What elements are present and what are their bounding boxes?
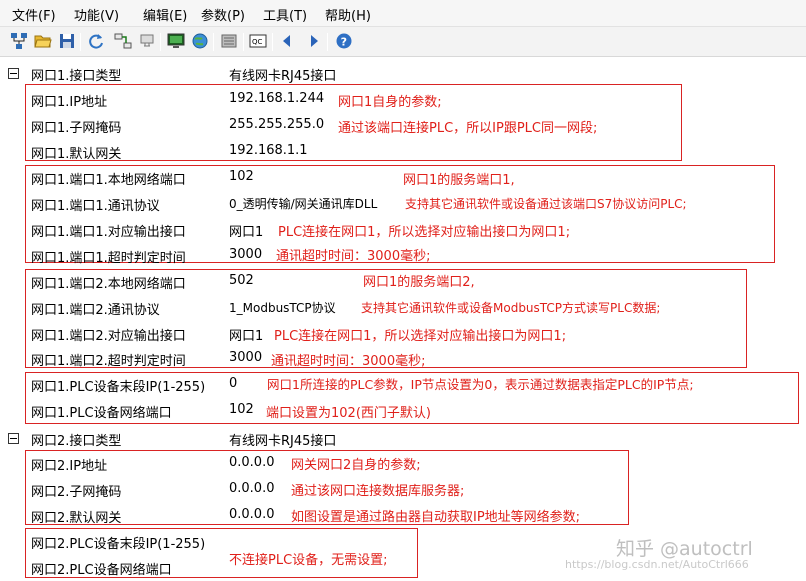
annotation-note: 支持其它通讯软件或设备通过该端口S7协议访问PLC;: [405, 197, 687, 211]
net1-plc-port-value[interactable]: 102: [229, 402, 254, 417]
annotation-note: 通讯超时时间：3000毫秒;: [271, 354, 426, 369]
annotation-note: 网关网口2自身的参数;: [291, 458, 421, 473]
net1-gateway-value[interactable]: 192.168.1.1: [229, 143, 308, 158]
menu-function[interactable]: 功能(V): [74, 5, 119, 24]
plug-icon[interactable]: [138, 32, 156, 50]
globe-icon[interactable]: [191, 32, 209, 50]
annotation-note: PLC连接在网口1，所以选择对应输出接口为网口1;: [274, 329, 567, 344]
net1-ip-value[interactable]: 192.168.1.244: [229, 91, 324, 106]
net1-port1-local-value[interactable]: 102: [229, 169, 254, 184]
net1-port2-local-value[interactable]: 502: [229, 273, 254, 288]
toolbar-separator: [80, 33, 81, 51]
net1-gateway-label: 网口1.默认网关: [31, 147, 122, 162]
monitor-icon[interactable]: [167, 32, 185, 50]
net1-port1-output-value[interactable]: 网口1: [229, 221, 263, 240]
annotation-note: 不连接PLC设备，无需设置;: [229, 553, 388, 568]
net1-mask-value[interactable]: 255.255.255.0: [229, 117, 324, 132]
menu-tools[interactable]: 工具(T): [263, 5, 307, 24]
net2-ip-value[interactable]: 0.0.0.0: [229, 455, 274, 470]
net2-gateway-label: 网口2.默认网关: [31, 511, 122, 526]
net1-port1-local-label: 网口1.端口1.本地网络端口: [31, 173, 186, 188]
watermark: 知乎 @autoctrl: [616, 538, 753, 560]
annotation-note: 网口1的服务端口2,: [363, 275, 475, 290]
toolbar-separator: [160, 33, 161, 51]
watermark-url: https://blog.csdn.net/AutoCtrl666: [565, 558, 749, 571]
net1-port1-timeout-label: 网口1.端口1.超时判定时间: [31, 251, 186, 266]
net1-port2-output-label: 网口1.端口2.对应输出接口: [31, 329, 186, 344]
annotation-note: 网口1的服务端口1,: [403, 173, 515, 188]
net2-gateway-value[interactable]: 0.0.0.0: [229, 507, 274, 522]
net1-plc-port-label: 网口1.PLC设备网络端口: [31, 406, 172, 421]
refresh-icon[interactable]: [87, 32, 105, 50]
net1-port1-output-label: 网口1.端口1.对应输出接口: [31, 225, 186, 240]
collapse-icon[interactable]: [8, 433, 19, 444]
menu-help[interactable]: 帮助(H): [325, 5, 371, 24]
toolbar-separator: [213, 33, 214, 51]
net1-port2-local-label: 网口1.端口2.本地网络端口: [31, 277, 186, 292]
svg-text:?: ?: [341, 36, 347, 49]
net2-interface-type-value[interactable]: 有线网卡RJ45接口: [229, 430, 336, 449]
toolbar-separator: [327, 33, 328, 51]
net2-mask-value[interactable]: 0.0.0.0: [229, 481, 274, 496]
device-icon[interactable]: [220, 32, 238, 50]
toolbar: QC ?: [0, 27, 806, 57]
net1-port2-protocol-label: 网口1.端口2.通讯协议: [31, 303, 160, 318]
arrow-right-icon[interactable]: [305, 32, 323, 50]
connect-icon[interactable]: [114, 32, 132, 50]
net2-plc-port-label: 网口2.PLC设备网络端口: [31, 563, 172, 578]
save-icon[interactable]: [58, 32, 76, 50]
annotation-note: 网口1所连接的PLC参数，IP节点设置为0，表示通过数据表指定PLC的IP节点;: [267, 377, 694, 392]
network-icon[interactable]: [10, 32, 28, 50]
net1-plc-ip-label: 网口1.PLC设备末段IP(1-255): [31, 380, 206, 395]
net2-plc-ip-label: 网口2.PLC设备末段IP(1-255): [31, 537, 206, 552]
net2-interface-type-label: 网口2.接口类型: [31, 434, 122, 449]
svg-text:QC: QC: [252, 38, 263, 46]
annotation-note: 通过该端口连接PLC，所以IP跟PLC同一网段;: [338, 121, 598, 136]
toolbar-separator: [272, 33, 273, 51]
net1-port2-timeout-label: 网口1.端口2.超时判定时间: [31, 354, 186, 369]
net1-port1-protocol-value[interactable]: 0_透明传输/网关通讯库DLL: [229, 195, 377, 212]
net1-port2-protocol-value[interactable]: 1_ModbusTCP协议: [229, 299, 336, 316]
net2-mask-label: 网口2.子网掩码: [31, 485, 122, 500]
menu-bar: 文件(F) 功能(V) 编辑(E) 参数(P) 工具(T) 帮助(H): [0, 0, 806, 27]
annotation-note: PLC连接在网口1，所以选择对应输出接口为网口1;: [278, 225, 571, 240]
net2-ip-label: 网口2.IP地址: [31, 459, 108, 474]
net1-interface-type-label: 网口1.接口类型: [31, 69, 122, 84]
net1-mask-label: 网口1.子网掩码: [31, 121, 122, 136]
menu-edit[interactable]: 编辑(E): [143, 5, 187, 24]
annotation-note: 端口设置为102(西门子默认): [266, 406, 431, 421]
annotation-note: 通讯超时时间：3000毫秒;: [276, 249, 431, 264]
net1-port2-output-value[interactable]: 网口1: [229, 325, 263, 344]
arrow-left-icon[interactable]: [278, 32, 296, 50]
toolbar-separator: [243, 33, 244, 51]
help-icon[interactable]: ?: [335, 32, 353, 50]
open-folder-icon[interactable]: [34, 32, 52, 50]
annotation-note: 通过该网口连接数据库服务器;: [291, 484, 465, 499]
annotation-note: 如图设置是通过路由器自动获取IP地址等网络参数;: [291, 510, 581, 525]
net1-ip-label: 网口1.IP地址: [31, 95, 108, 110]
parameter-tree: 网口1.接口类型 有线网卡RJ45接口 网口1.IP地址 192.168.1.2…: [0, 58, 806, 581]
net1-port1-protocol-label: 网口1.端口1.通讯协议: [31, 199, 160, 214]
menu-params[interactable]: 参数(P): [201, 5, 245, 24]
net1-port2-timeout-value[interactable]: 3000: [229, 350, 262, 365]
menu-file[interactable]: 文件(F): [12, 5, 56, 24]
annotation-note: 支持其它通讯软件或设备ModbusTCP方式读写PLC数据;: [361, 301, 661, 315]
annotation-note: 网口1自身的参数;: [338, 95, 442, 110]
net1-interface-type-value[interactable]: 有线网卡RJ45接口: [229, 65, 336, 84]
net1-port1-timeout-value[interactable]: 3000: [229, 247, 262, 262]
collapse-icon[interactable]: [8, 68, 19, 79]
config-icon[interactable]: QC: [249, 32, 267, 50]
net1-plc-ip-value[interactable]: 0: [229, 376, 237, 391]
